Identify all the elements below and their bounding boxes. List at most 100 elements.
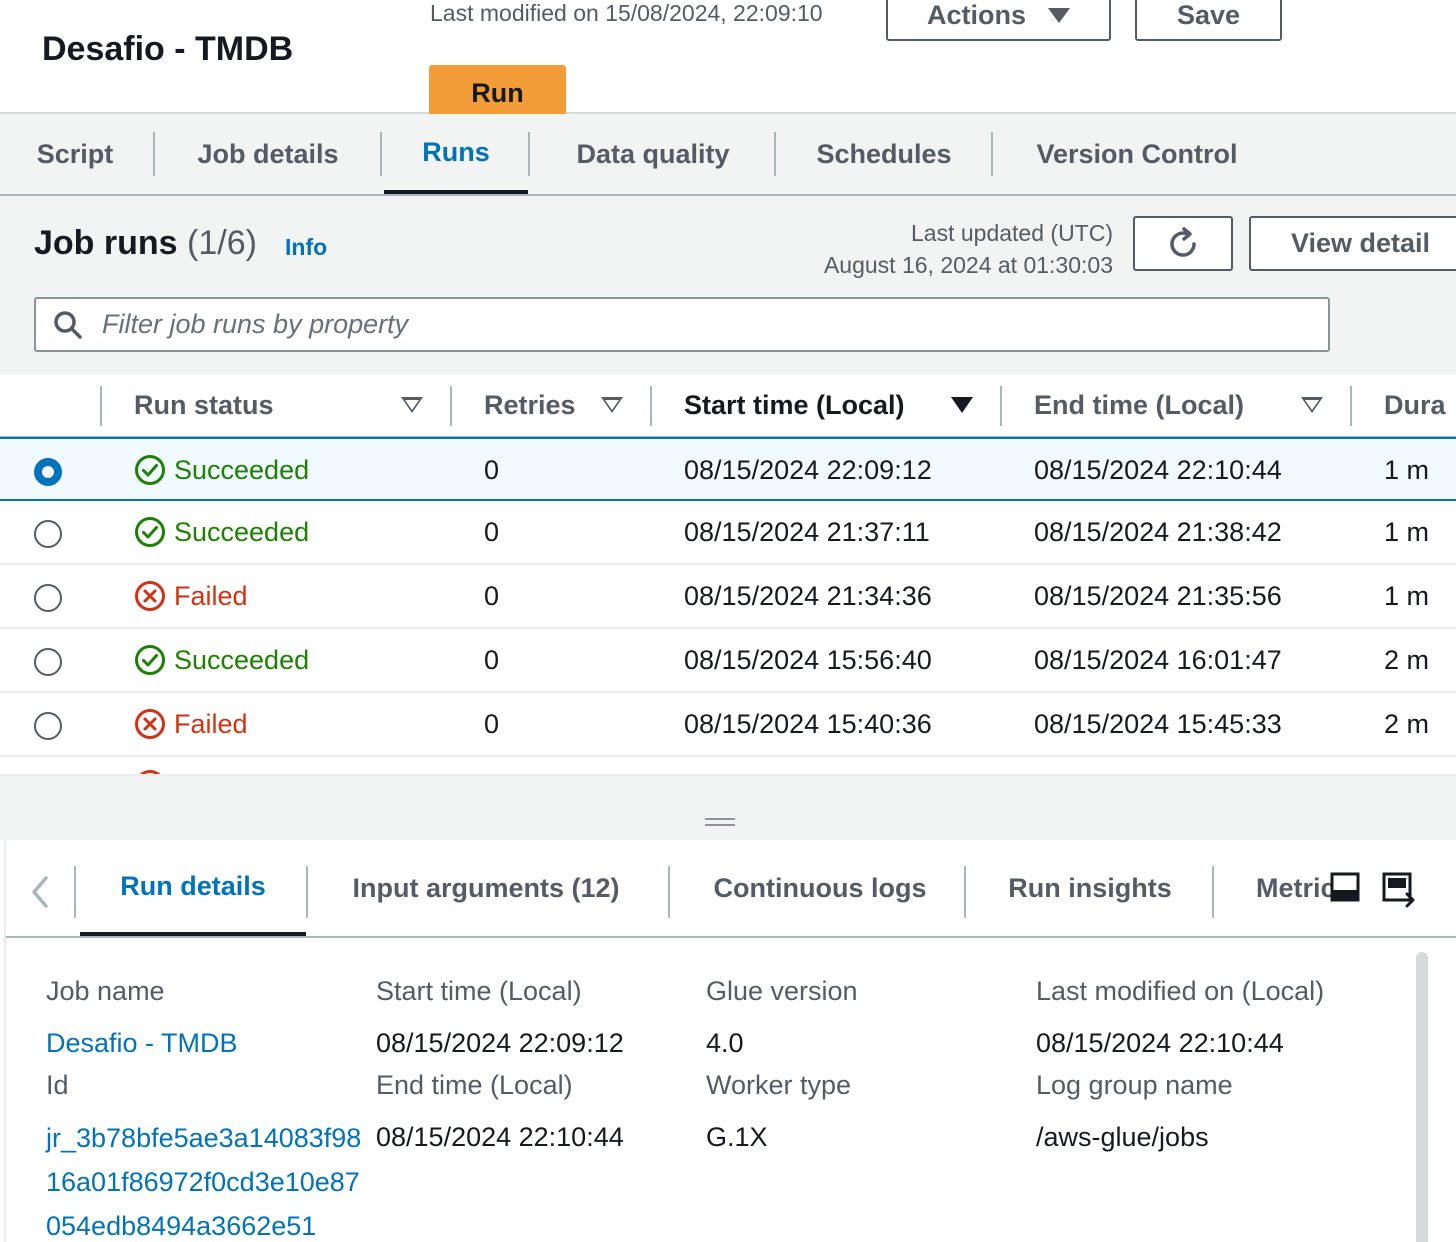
- run-id-link[interactable]: jr_3b78bfe5ae3a14083f9816a01f86972f0cd3e…: [46, 1116, 372, 1242]
- table-row-partial: [0, 757, 1456, 774]
- table-row[interactable]: Failed 0 08/15/2024 21:34:36 08/15/2024 …: [0, 565, 1456, 629]
- duration-cell: 1 m: [1384, 580, 1430, 611]
- job-runs-title: Job runs: [34, 224, 178, 262]
- retries-cell: 0: [484, 580, 500, 611]
- tab-data-quality[interactable]: Data quality: [550, 114, 756, 194]
- status-text: Succeeded: [174, 454, 310, 485]
- tab-schedules[interactable]: Schedules: [796, 114, 972, 194]
- last-updated-value: August 16, 2024 at 01:30:03: [823, 252, 1113, 278]
- error-x-icon: [139, 770, 161, 774]
- drag-handle-icon[interactable]: [705, 818, 735, 826]
- status-text: Succeeded: [174, 644, 310, 675]
- column-retries[interactable]: Retries: [484, 374, 576, 436]
- dock-side-icon[interactable]: [1380, 870, 1418, 912]
- table-row[interactable]: Succeeded 0 08/15/2024 15:56:40 08/15/20…: [0, 629, 1456, 693]
- last-updated-label: Last updated (UTC): [911, 220, 1113, 246]
- job-runs-count: (1/6): [187, 224, 257, 262]
- column-divider: [1000, 386, 1002, 426]
- tab-run-insights[interactable]: Run insights: [976, 840, 1204, 936]
- tab-input-arguments[interactable]: Input arguments (12): [320, 840, 652, 936]
- duration-cell: 1 m: [1384, 516, 1430, 547]
- tab-divider: [306, 866, 308, 918]
- search-input-placeholder: Filter job runs by property: [102, 309, 409, 339]
- table-row[interactable]: Succeeded 0 08/15/2024 21:37:11 08/15/20…: [0, 501, 1456, 565]
- start-time-cell: 08/15/2024 15:56:40: [684, 644, 932, 675]
- end-time-cell: 08/15/2024 21:38:42: [1034, 516, 1282, 547]
- status-cell: Succeeded: [134, 501, 309, 563]
- row-radio[interactable]: [34, 648, 62, 676]
- row-radio[interactable]: [34, 584, 62, 612]
- start-time-value: 08/15/2024 22:09:12: [376, 1028, 624, 1058]
- row-radio[interactable]: [34, 712, 62, 740]
- glue-version-label: Glue version: [706, 976, 858, 1006]
- sort-icon[interactable]: [401, 397, 423, 413]
- end-time-label: End time (Local): [376, 1070, 573, 1100]
- tab-divider: [528, 132, 530, 176]
- run-button[interactable]: Run: [429, 65, 566, 114]
- tab-divider: [380, 132, 382, 176]
- status-cell: Failed: [134, 565, 248, 627]
- error-x-icon: [135, 581, 165, 611]
- start-time-cell: 08/15/2024 22:09:12: [684, 454, 932, 485]
- run-details-panel: Run details Input arguments (12) Continu…: [4, 840, 1456, 1242]
- job-tabs: Script Job details Runs Data quality Sch…: [0, 114, 1456, 196]
- scrollbar-thumb[interactable]: [1416, 952, 1428, 1242]
- row-radio[interactable]: [34, 458, 62, 486]
- panel-resize-splitter[interactable]: [0, 804, 1456, 840]
- tab-script[interactable]: Script: [18, 114, 132, 194]
- tab-run-details[interactable]: Run details: [80, 840, 306, 936]
- column-end-time[interactable]: End time (Local): [1034, 374, 1244, 436]
- tab-divider: [964, 866, 966, 918]
- column-run-status[interactable]: Run status: [134, 374, 274, 436]
- status-cell: Failed: [134, 693, 248, 755]
- dock-bottom-icon[interactable]: [1328, 870, 1362, 904]
- row-radio[interactable]: [34, 520, 62, 548]
- end-time-cell: 08/15/2024 21:35:56: [1034, 580, 1282, 611]
- save-button[interactable]: Save: [1135, 0, 1282, 41]
- success-check-icon: [135, 517, 165, 547]
- retries-cell: 0: [484, 708, 500, 739]
- sort-icon[interactable]: [601, 397, 623, 413]
- duration-cell: 2 m: [1384, 708, 1430, 739]
- sort-descending-icon[interactable]: [951, 397, 973, 413]
- duration-cell: 2 m: [1384, 644, 1430, 675]
- table-row[interactable]: Failed 0 08/15/2024 15:40:36 08/15/2024 …: [0, 693, 1456, 757]
- error-x-icon: [135, 709, 165, 739]
- status-cell: Succeeded: [134, 439, 309, 501]
- tab-runs[interactable]: Runs: [384, 114, 528, 194]
- column-start-time[interactable]: Start time (Local): [684, 374, 905, 436]
- refresh-button[interactable]: [1133, 216, 1233, 271]
- tab-job-details[interactable]: Job details: [176, 114, 360, 194]
- end-time-value: 08/15/2024 22:10:44: [376, 1122, 624, 1152]
- details-scrollbar[interactable]: [1412, 944, 1432, 1242]
- start-time-cell: 08/15/2024 21:34:36: [684, 580, 932, 611]
- column-duration[interactable]: Dura: [1384, 374, 1446, 436]
- job-name-link[interactable]: Desafio - TMDB: [46, 1028, 238, 1059]
- actions-button-label: Actions: [926, 0, 1026, 30]
- log-group-label: Log group name: [1036, 1070, 1233, 1100]
- status-text: Succeeded: [174, 516, 310, 547]
- tab-divider: [1212, 866, 1214, 918]
- column-divider: [100, 386, 102, 426]
- view-details-button[interactable]: View detail: [1249, 216, 1456, 271]
- last-modified-text: Last modified on 15/08/2024, 22:09:10: [430, 0, 823, 26]
- start-time-cell: 08/15/2024 15:40:36: [684, 708, 932, 739]
- start-time-cell: 08/15/2024 21:37:11: [684, 516, 930, 547]
- table-row[interactable]: Succeeded 0 08/15/2024 22:09:12 08/15/20…: [0, 437, 1456, 501]
- retries-cell: 0: [484, 454, 500, 485]
- column-divider: [650, 386, 652, 426]
- actions-button[interactable]: Actions: [886, 0, 1111, 41]
- chevron-left-icon[interactable]: [28, 874, 52, 910]
- tab-version-control[interactable]: Version Control: [1012, 114, 1262, 194]
- tab-divider: [668, 866, 670, 918]
- info-link[interactable]: Info: [285, 234, 327, 261]
- worker-type-value: G.1X: [706, 1122, 768, 1152]
- start-time-label: Start time (Local): [376, 976, 582, 1006]
- caret-down-icon: [1048, 8, 1070, 23]
- filter-search-box[interactable]: Filter job runs by property: [34, 297, 1330, 352]
- tab-continuous-logs[interactable]: Continuous logs: [682, 840, 958, 936]
- status-cell: Succeeded: [134, 629, 309, 691]
- column-divider: [1350, 386, 1352, 426]
- sort-icon[interactable]: [1301, 397, 1323, 413]
- success-check-icon: [135, 645, 165, 675]
